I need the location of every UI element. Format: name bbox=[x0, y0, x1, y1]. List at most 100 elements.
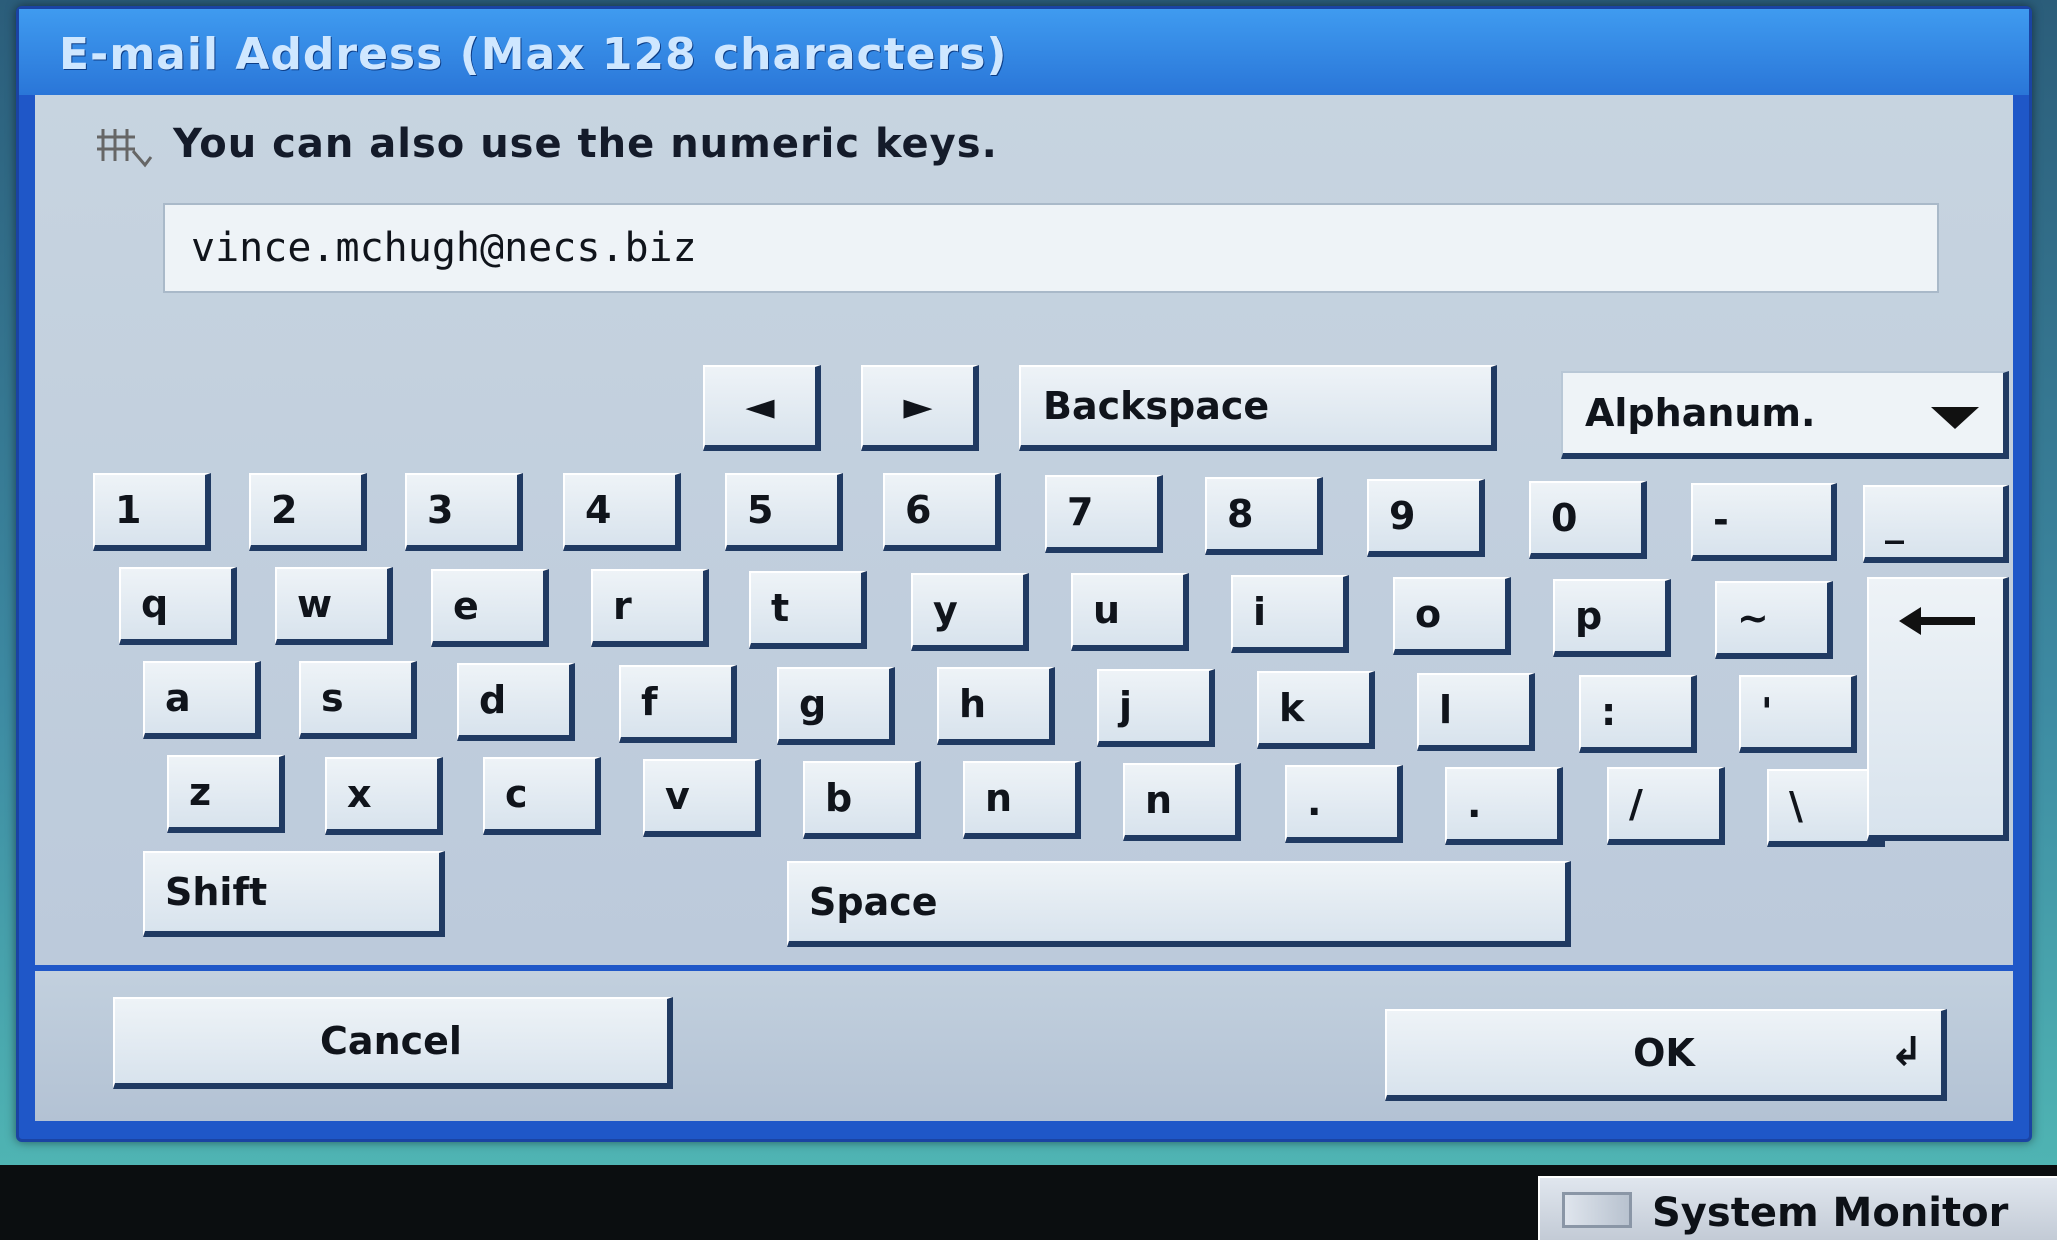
key-h[interactable]: h bbox=[937, 667, 1055, 745]
key-f[interactable]: f bbox=[619, 665, 737, 743]
key-label: 8 bbox=[1227, 492, 1254, 536]
right-arrow-icon: ► bbox=[903, 384, 933, 428]
key-b[interactable]: b bbox=[803, 761, 921, 839]
cursor-right-button[interactable]: ► bbox=[861, 365, 979, 451]
system-monitor-button[interactable]: System Monitor bbox=[1538, 1176, 2057, 1240]
key-2[interactable]: 2 bbox=[249, 473, 367, 551]
key-4[interactable]: 4 bbox=[563, 473, 681, 551]
key-6[interactable]: 6 bbox=[883, 473, 1001, 551]
key-j[interactable]: j bbox=[1097, 669, 1215, 747]
ok-button[interactable]: OK ↲ bbox=[1385, 1009, 1947, 1101]
key-label: ~ bbox=[1737, 596, 1769, 640]
shift-label: Shift bbox=[165, 870, 268, 914]
space-button[interactable]: Space bbox=[787, 861, 1571, 947]
key-label: a bbox=[165, 676, 191, 720]
key-v[interactable]: v bbox=[643, 759, 761, 837]
key-p[interactable]: p bbox=[1553, 579, 1671, 657]
key-label: v bbox=[665, 774, 690, 818]
key-s[interactable]: s bbox=[299, 661, 417, 739]
key-label: l bbox=[1439, 688, 1453, 732]
key-comma[interactable]: . bbox=[1285, 765, 1403, 843]
key-label: x bbox=[347, 772, 372, 816]
key-x[interactable]: x bbox=[325, 757, 443, 835]
key-q[interactable]: q bbox=[119, 567, 237, 645]
key-label: i bbox=[1253, 590, 1267, 634]
key-label: 9 bbox=[1389, 494, 1416, 538]
key-label: r bbox=[613, 584, 632, 628]
dialog-titlebar: E-mail Address (Max 128 characters) bbox=[19, 9, 2029, 95]
key-5[interactable]: 5 bbox=[725, 473, 843, 551]
key-8[interactable]: 8 bbox=[1205, 477, 1323, 555]
key-c[interactable]: c bbox=[483, 757, 601, 835]
key-n[interactable]: n bbox=[963, 761, 1081, 839]
key-label: n bbox=[985, 776, 1013, 820]
key-apostrophe[interactable]: ' bbox=[1739, 675, 1857, 753]
key-label: q bbox=[141, 582, 169, 626]
key-w[interactable]: w bbox=[275, 567, 393, 645]
email-field[interactable]: vince.mchugh@necs.biz bbox=[163, 203, 1939, 293]
key-y[interactable]: y bbox=[911, 573, 1029, 651]
left-arrow-icon: ◄ bbox=[745, 384, 775, 428]
key-e[interactable]: e bbox=[431, 569, 549, 647]
key-m[interactable]: n bbox=[1123, 763, 1241, 841]
key-label: s bbox=[321, 676, 344, 720]
key-label: . bbox=[1467, 782, 1482, 826]
key-label: 1 bbox=[115, 488, 142, 532]
key-d[interactable]: d bbox=[457, 663, 575, 741]
input-mode-dropdown[interactable]: Alphanum. bbox=[1561, 371, 2009, 459]
key-label: 0 bbox=[1551, 496, 1578, 540]
system-monitor-icon bbox=[1562, 1192, 1632, 1228]
key-a[interactable]: a bbox=[143, 661, 261, 739]
key-colon[interactable]: : bbox=[1579, 675, 1697, 753]
cancel-button[interactable]: Cancel bbox=[113, 997, 673, 1089]
key-period[interactable]: . bbox=[1445, 767, 1563, 845]
key-label: z bbox=[189, 770, 212, 814]
key-g[interactable]: g bbox=[777, 667, 895, 745]
key-label: u bbox=[1093, 588, 1121, 632]
email-input-dialog: E-mail Address (Max 128 characters) You … bbox=[16, 6, 2032, 1142]
key-tilde[interactable]: ~ bbox=[1715, 581, 1833, 659]
key-label: 4 bbox=[585, 488, 612, 532]
dialog-body: You can also use the numeric keys. vince… bbox=[35, 95, 2013, 965]
space-label: Space bbox=[809, 880, 938, 924]
cancel-label: Cancel bbox=[320, 1019, 462, 1063]
input-mode-value: Alphanum. bbox=[1585, 391, 1816, 435]
chevron-down-icon bbox=[1931, 407, 1979, 429]
key-t[interactable]: t bbox=[749, 571, 867, 649]
return-icon: ↲ bbox=[1889, 1029, 1923, 1075]
key-label: n bbox=[1145, 778, 1173, 822]
shift-button[interactable]: Shift bbox=[143, 851, 445, 937]
key-label: w bbox=[297, 582, 333, 626]
key-underscore[interactable]: _ bbox=[1863, 485, 2009, 563]
key-z[interactable]: z bbox=[167, 755, 285, 833]
key-label: e bbox=[453, 584, 479, 628]
key-r[interactable]: r bbox=[591, 569, 709, 647]
key-l[interactable]: l bbox=[1417, 673, 1535, 751]
enter-arrow-icon bbox=[1899, 607, 1975, 635]
key-label: _ bbox=[1885, 500, 1904, 544]
dialog-footer: Cancel OK ↲ bbox=[35, 971, 2013, 1121]
key-label: t bbox=[771, 586, 790, 630]
key-label: 7 bbox=[1067, 490, 1094, 534]
backspace-label: Backspace bbox=[1043, 384, 1270, 428]
backspace-button[interactable]: Backspace bbox=[1019, 365, 1497, 451]
key-label: o bbox=[1415, 592, 1442, 636]
key-k[interactable]: k bbox=[1257, 671, 1375, 749]
key-hyphen[interactable]: - bbox=[1691, 483, 1837, 561]
ok-label: OK bbox=[1633, 1031, 1695, 1075]
key-9[interactable]: 9 bbox=[1367, 479, 1485, 557]
key-label: \ bbox=[1789, 784, 1803, 828]
key-1[interactable]: 1 bbox=[93, 473, 211, 551]
key-i[interactable]: i bbox=[1231, 575, 1349, 653]
key-3[interactable]: 3 bbox=[405, 473, 523, 551]
key-label: b bbox=[825, 776, 853, 820]
key-o[interactable]: o bbox=[1393, 577, 1511, 655]
key-slash[interactable]: / bbox=[1607, 767, 1725, 845]
key-label: h bbox=[959, 682, 987, 726]
numeric-keypad-icon bbox=[97, 129, 153, 168]
key-7[interactable]: 7 bbox=[1045, 475, 1163, 553]
cursor-left-button[interactable]: ◄ bbox=[703, 365, 821, 451]
key-u[interactable]: u bbox=[1071, 573, 1189, 651]
key-0[interactable]: 0 bbox=[1529, 481, 1647, 559]
enter-key[interactable] bbox=[1867, 577, 2009, 841]
